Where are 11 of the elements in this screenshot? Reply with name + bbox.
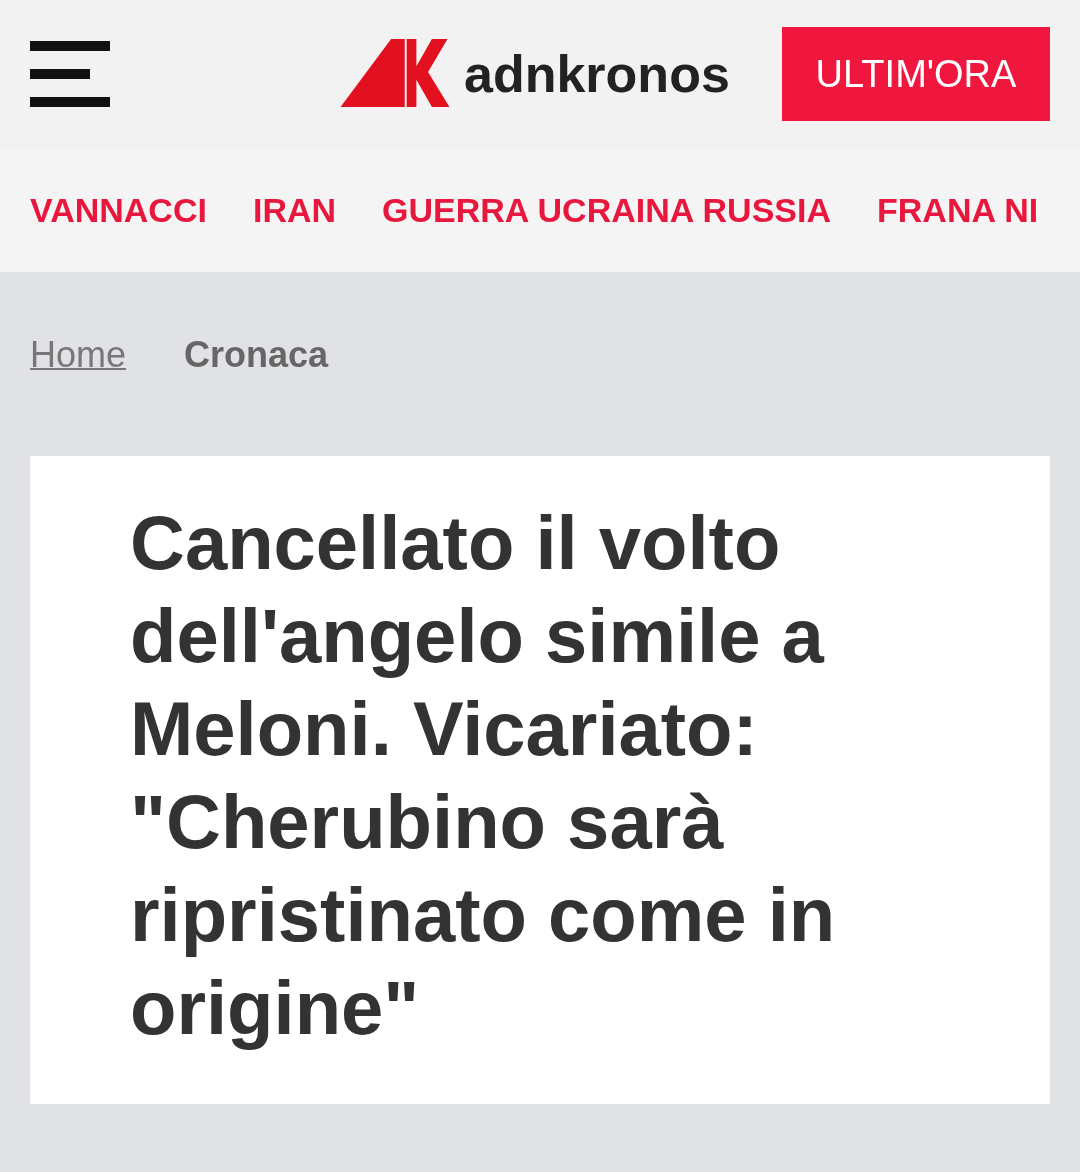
- nav-link[interactable]: VANNACCI: [30, 190, 207, 230]
- breadcrumb-current: Cronaca: [184, 334, 329, 376]
- logo-text: adnkronos: [464, 44, 730, 104]
- article-title: Cancellato il volto dell'angelo simile a Meloni. Vicariato: "Cherubino sarà ripristinato come in origine": [130, 499, 837, 1052]
- breaking-news-button[interactable]: ULTIM'ORA: [782, 27, 1050, 121]
- nav-link[interactable]: IRAN: [252, 190, 337, 230]
- logo-icon: [340, 39, 450, 109]
- breadcrumb-link[interactable]: Home: [30, 334, 127, 376]
- nav-link[interactable]: GUERRA UCRAINA RUSSIA: [382, 190, 831, 230]
- menu-icon[interactable]: [30, 41, 110, 107]
- nav-link[interactable]: FRANA NI: [877, 190, 1039, 230]
